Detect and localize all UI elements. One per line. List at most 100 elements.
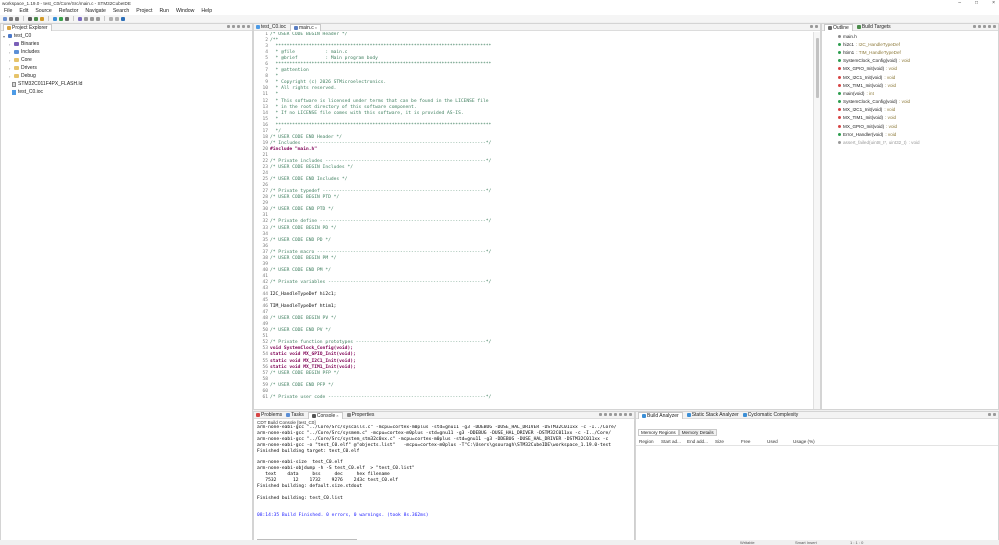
next-annotation-icon[interactable]	[90, 16, 94, 21]
tree-item-debug[interactable]: › Debug	[3, 72, 250, 80]
editor-scrollbar[interactable]	[813, 32, 820, 409]
collapse-icon[interactable]: ›	[9, 74, 12, 79]
outline-item[interactable]: SystemClock_Config(void): void	[822, 57, 998, 65]
tree-item-core[interactable]: › Core	[3, 56, 250, 64]
display-console-icon[interactable]	[614, 413, 617, 416]
previous-annotation-icon[interactable]	[96, 16, 100, 21]
outline-item[interactable]: htim1: TIM_HandleTypeDef	[822, 48, 998, 56]
hide-static-icon[interactable]	[983, 25, 986, 28]
menu-source[interactable]: Source	[35, 8, 51, 14]
collapse-icon[interactable]: ›	[9, 58, 12, 63]
subtab-memory-regions[interactable]: Memory Regions	[638, 429, 679, 436]
tree-item-includes[interactable]: › Includes	[3, 48, 250, 56]
outline-item[interactable]: MX_I2C1_Init(void): void	[822, 106, 998, 114]
forward-icon[interactable]	[115, 16, 119, 21]
column-header[interactable]: Used	[767, 439, 793, 444]
outline-item[interactable]: MX_GPIO_Init(void): void	[822, 65, 998, 73]
tree-item-binaries[interactable]: › Binaries	[3, 40, 250, 48]
menu-file[interactable]: File	[4, 8, 12, 14]
new-icon[interactable]	[3, 16, 7, 21]
minimize-icon[interactable]	[810, 25, 813, 28]
tab-project-explorer[interactable]: Project Explorer	[3, 24, 52, 31]
run-icon[interactable]	[59, 16, 63, 21]
outline-item[interactable]: MX_GPIO_Init(void): void	[822, 122, 998, 130]
clear-console-icon[interactable]	[599, 413, 602, 416]
tree-item-project[interactable]: ▾ test_C0	[3, 32, 250, 40]
menu-refactor[interactable]: Refactor	[59, 8, 79, 14]
tree-item-ioc[interactable]: test_C0.ioc	[3, 88, 250, 96]
close-tab-icon[interactable]: ×	[336, 413, 338, 418]
tab-build-targets[interactable]: Build Targets	[856, 24, 891, 30]
perspective-icon[interactable]	[121, 16, 125, 21]
search-icon[interactable]	[84, 16, 88, 21]
menu-search[interactable]: Search	[113, 8, 129, 14]
maximize-icon[interactable]	[247, 25, 250, 28]
maximize-icon[interactable]	[629, 413, 632, 416]
view-menu-icon[interactable]	[988, 25, 991, 28]
column-header[interactable]: Start ad...	[661, 439, 687, 444]
minimize-button[interactable]: –	[958, 0, 961, 6]
tab-tasks[interactable]: Tasks	[286, 412, 304, 418]
save-all-icon[interactable]	[15, 16, 19, 21]
maximize-icon[interactable]	[815, 25, 818, 28]
hide-fields-icon[interactable]	[978, 25, 981, 28]
scroll-lock-icon[interactable]	[604, 413, 607, 416]
tab-build-analyzer[interactable]: Build Analyzer	[638, 412, 683, 419]
menu-project[interactable]: Project	[136, 8, 152, 14]
open-type-icon[interactable]	[78, 16, 82, 21]
minimize-icon[interactable]	[242, 25, 245, 28]
minimize-icon[interactable]	[988, 413, 991, 416]
open-console-icon[interactable]	[619, 413, 622, 416]
sort-icon[interactable]	[973, 25, 976, 28]
code-line[interactable]: 61/* Private user code -----------------…	[254, 395, 812, 401]
outline-item[interactable]: main(void): int	[822, 89, 998, 97]
collapse-all-icon[interactable]	[227, 25, 230, 28]
tab-main-c[interactable]: main.c ×	[290, 24, 322, 31]
save-icon[interactable]	[9, 16, 13, 21]
menu-window[interactable]: Window	[176, 8, 194, 14]
tab-ioc[interactable]: test_C0.ioc	[256, 24, 286, 30]
column-header[interactable]: Size	[715, 439, 741, 444]
maximize-button[interactable]: □	[975, 0, 978, 6]
tree-item-drivers[interactable]: › Drivers	[3, 64, 250, 72]
outline-item[interactable]: assert_failed(uint8_t*, uint32_t): void	[822, 138, 998, 146]
tab-static-stack-analyzer[interactable]: Static Stack Analyzer	[686, 412, 739, 418]
collapse-icon[interactable]: ›	[9, 42, 12, 47]
column-header[interactable]: Region	[639, 439, 661, 444]
outline-item[interactable]: hi2c1: I2C_HandleTypeDef	[822, 40, 998, 48]
outline-item[interactable]: Error_Handler(void): void	[822, 130, 998, 138]
code-editor[interactable]: 1/* USER CODE BEGIN Header */2/** 3 *****…	[254, 32, 812, 409]
outline-item[interactable]: MX_TIM1_Init(void): void	[822, 81, 998, 89]
pin-console-icon[interactable]	[609, 413, 612, 416]
menu-edit[interactable]: Edit	[19, 8, 28, 14]
clean-icon[interactable]	[40, 16, 44, 21]
outline-item[interactable]: MX_I2C1_Init(void): void	[822, 73, 998, 81]
build-all-icon[interactable]	[34, 16, 38, 21]
menu-navigate[interactable]: Navigate	[85, 8, 105, 14]
subtab-memory-details[interactable]: Memory Details	[678, 429, 717, 436]
outline-item[interactable]: MX_TIM1_Init(void): void	[822, 114, 998, 122]
collapse-icon[interactable]: ›	[9, 50, 12, 55]
menu-help[interactable]: Help	[201, 8, 212, 14]
view-menu-icon[interactable]	[237, 25, 240, 28]
link-editor-icon[interactable]	[232, 25, 235, 28]
outline-item[interactable]: SystemClock_Config(void): void	[822, 98, 998, 106]
column-header[interactable]: End add...	[687, 439, 715, 444]
maximize-icon[interactable]	[993, 413, 996, 416]
tree-item-linker-script[interactable]: STM32C011F4PX_FLASH.ld	[3, 80, 250, 88]
close-tab-icon[interactable]: ×	[315, 25, 317, 30]
minimize-icon[interactable]	[993, 25, 996, 28]
hammer-icon[interactable]	[28, 16, 32, 21]
tab-properties[interactable]: Properties	[346, 412, 374, 418]
debug-icon[interactable]	[53, 16, 57, 21]
expand-icon[interactable]: ▾	[3, 34, 6, 39]
menu-run[interactable]: Run	[159, 8, 169, 14]
tab-console[interactable]: Console ×	[307, 412, 343, 419]
panel-divider[interactable]	[634, 421, 635, 545]
column-header[interactable]: Usage (%)	[793, 439, 823, 444]
back-icon[interactable]	[109, 16, 113, 21]
collapse-icon[interactable]: ›	[9, 66, 12, 71]
tab-cyclomatic-complexity[interactable]: Cyclomatic Complexity	[742, 412, 798, 418]
close-button[interactable]: ×	[992, 0, 995, 6]
console-output[interactable]: arm-none-eabi-gcc "../Core/Src/syscalls.…	[254, 425, 634, 519]
